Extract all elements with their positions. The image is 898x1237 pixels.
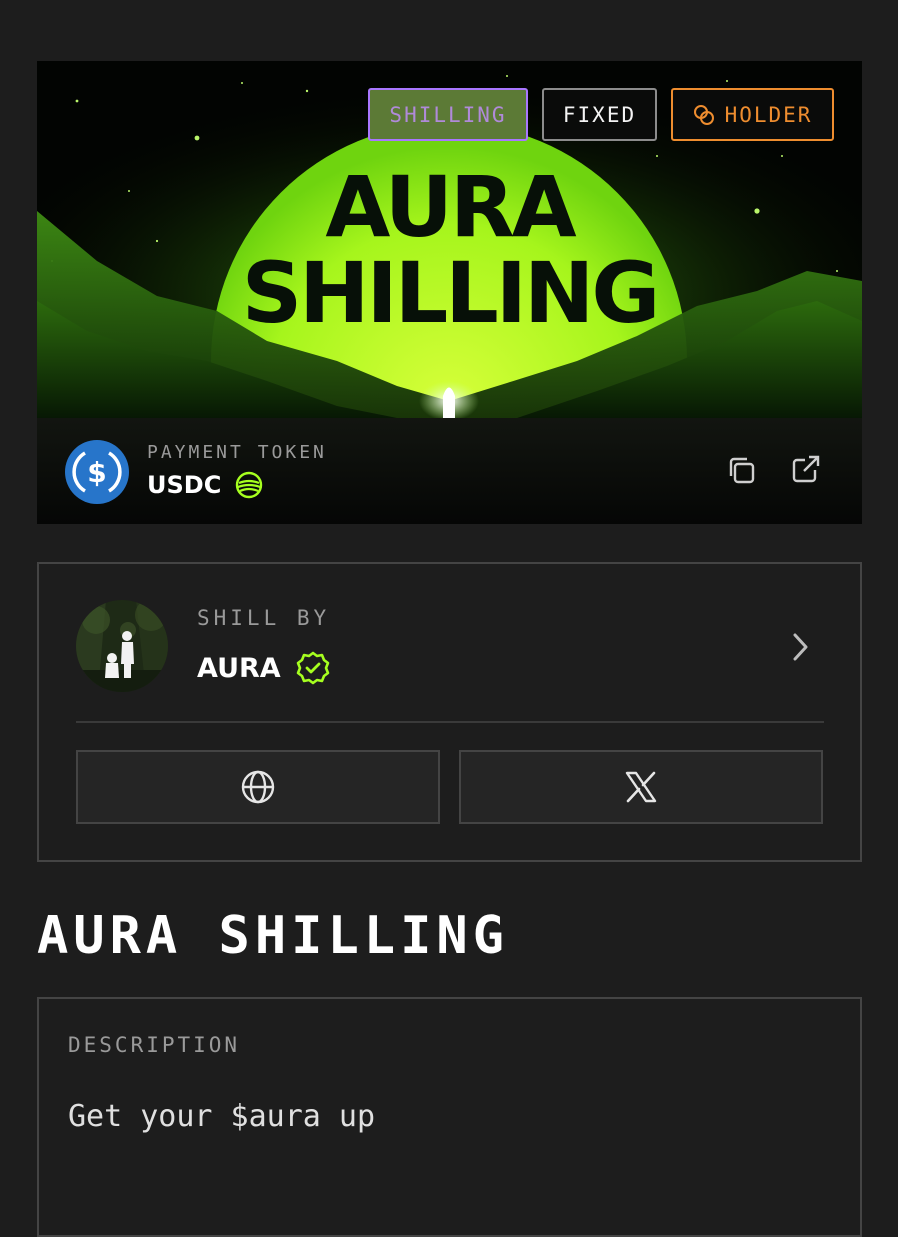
payment-token-bar: $ PAYMENT TOKEN USDC — [37, 418, 862, 524]
svg-text:$: $ — [87, 456, 106, 489]
creator-name: AURA — [197, 652, 281, 684]
payment-token-name: USDC — [147, 471, 222, 499]
description-text: Get your $aura up — [68, 1099, 376, 1134]
verified-badge-icon — [296, 651, 329, 685]
tag-holder-label: HOLDER — [724, 102, 813, 127]
external-link-icon[interactable] — [789, 452, 823, 486]
website-button[interactable] — [76, 750, 440, 824]
banner-title: AURA SHILLING — [37, 164, 862, 336]
x-logo-icon — [625, 771, 657, 803]
banner-title-line1: AURA — [325, 158, 576, 256]
payment-token-label: PAYMENT TOKEN — [147, 442, 327, 463]
description-card: DESCRIPTION Get your $aura up — [37, 997, 862, 1237]
tag-holder[interactable]: HOLDER — [671, 88, 834, 141]
description-label: DESCRIPTION — [68, 1033, 241, 1057]
usdc-icon: $ — [65, 440, 129, 504]
campaign-tags: SHILLING FIXED HOLDER — [368, 88, 834, 141]
shill-by-label: SHILL BY — [197, 606, 331, 630]
tag-fixed[interactable]: FIXED — [542, 88, 657, 141]
chevron-right-icon[interactable] — [785, 630, 815, 664]
tag-shilling[interactable]: SHILLING — [368, 88, 528, 141]
x-button[interactable] — [459, 750, 823, 824]
shill-by-name[interactable]: AURA — [197, 650, 331, 686]
chain-icon — [236, 471, 263, 499]
copy-icon[interactable] — [725, 454, 759, 488]
payment-token-value: USDC — [147, 471, 263, 499]
globe-icon — [241, 770, 275, 804]
divider — [76, 721, 824, 723]
page-title: AURA SHILLING — [37, 906, 509, 966]
avatar[interactable] — [76, 600, 168, 692]
coins-icon — [693, 104, 714, 125]
shill-by-card: SHILL BY AURA — [37, 562, 862, 862]
campaign-banner: AURA SHILLING SHILLING FIXED HOLDER $ PA… — [37, 61, 862, 524]
banner-title-line2: SHILLING — [241, 244, 661, 342]
